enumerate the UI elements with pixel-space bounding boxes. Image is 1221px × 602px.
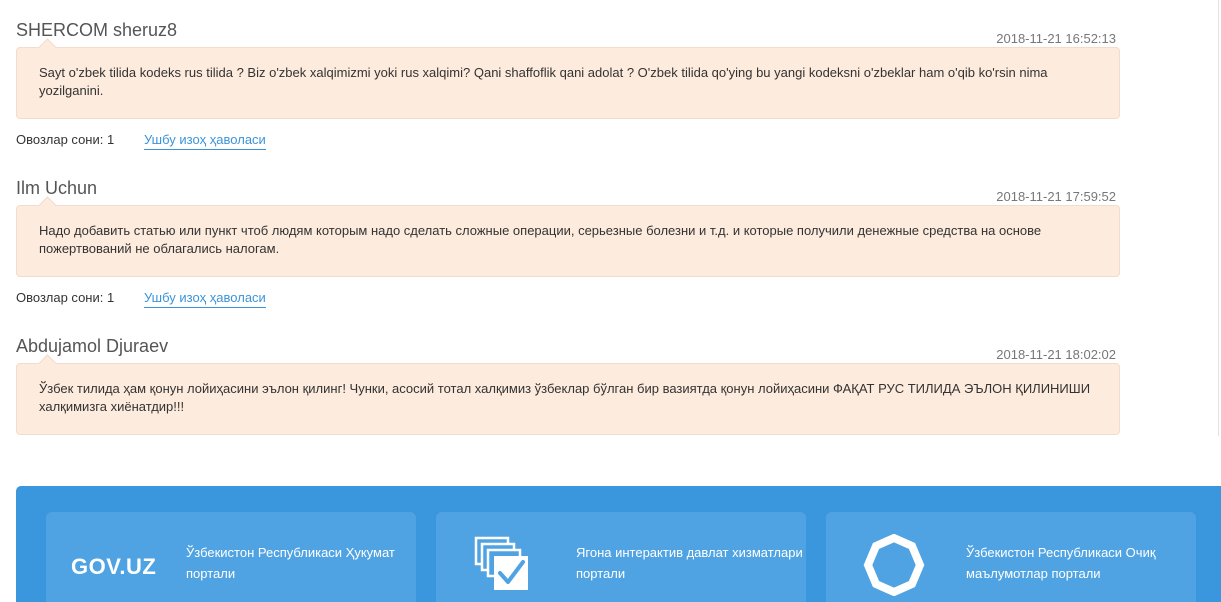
interactive-services-text: Ягона интерактив давлат хизматлари порта… [576, 545, 803, 581]
comment-timestamp: 2018-11-21 18:02:02 [996, 347, 1116, 362]
comment-header: Ilm Uchun 2018-11-21 17:59:52 [16, 176, 1120, 205]
comment-author: Ilm Uchun [16, 178, 98, 198]
interactive-services-card[interactable]: Ягона интерактив давлат хизматлари порта… [436, 512, 806, 602]
open-data-text: Ўзбекистон Республикаси Очиқ маълумотлар… [966, 545, 1156, 581]
comment-body: Ўзбек тилида ҳам қонун лойиҳасини эълон … [16, 363, 1120, 435]
comment-author: SHERCOM sheruz8 [16, 20, 178, 40]
comment-author: Abdujamol Djuraev [16, 336, 169, 356]
comment-timestamp: 2018-11-21 17:59:52 [996, 189, 1116, 204]
comment-item: SHERCOM sheruz8 2018-11-21 16:52:13 Sayt… [16, 18, 1120, 157]
votes-count: Овозлар сони: 1 [16, 290, 115, 305]
comment-timestamp: 2018-11-21 16:52:13 [996, 31, 1116, 46]
comment-permalink[interactable]: Ушбу изоҳ ҳаволаси [144, 290, 266, 308]
comment-meta: Овозлар сони: 1 Ушбу изоҳ ҳаволаси [16, 119, 1120, 157]
comment-body: Надо добавить статью или пункт чтоб людя… [16, 205, 1120, 277]
comment-header: Abdujamol Djuraev 2018-11-21 18:02:02 [16, 334, 1120, 363]
comment-body: Sayt o'zbek tilida kodeks rus tilida ? B… [16, 47, 1120, 119]
gov-portal-text: Ўзбекистон Республикаси Ҳукумат портали [186, 545, 395, 581]
comment-item: Abdujamol Djuraev 2018-11-21 18:02:02 Ўз… [16, 334, 1120, 435]
comment-meta: Овозлар сони: 1 Ушбу изоҳ ҳаволаси [16, 277, 1120, 315]
votes-count: Овозлар сони: 1 [16, 132, 115, 147]
content-divider [1218, 0, 1219, 436]
footer: GOV.UZ Ўзбекистон Республикаси Ҳукумат п… [16, 486, 1221, 602]
comment-permalink[interactable]: Ушбу изоҳ ҳаволаси [144, 132, 266, 150]
page: SHERCOM sheruz8 2018-11-21 16:52:13 Sayt… [0, 0, 1221, 602]
interactive-services-icon [474, 536, 528, 590]
comment-item: Ilm Uchun 2018-11-21 17:59:52 Надо добав… [16, 176, 1120, 315]
gov-portal-card[interactable]: GOV.UZ Ўзбекистон Республикаси Ҳукумат п… [46, 512, 416, 602]
gov-uz-logo: GOV.UZ [71, 554, 157, 579]
open-data-card[interactable]: Ўзбекистон Республикаси Очиқ маълумотлар… [826, 512, 1196, 602]
comment-header: SHERCOM sheruz8 2018-11-21 16:52:13 [16, 18, 1120, 47]
open-data-icon [863, 534, 925, 596]
